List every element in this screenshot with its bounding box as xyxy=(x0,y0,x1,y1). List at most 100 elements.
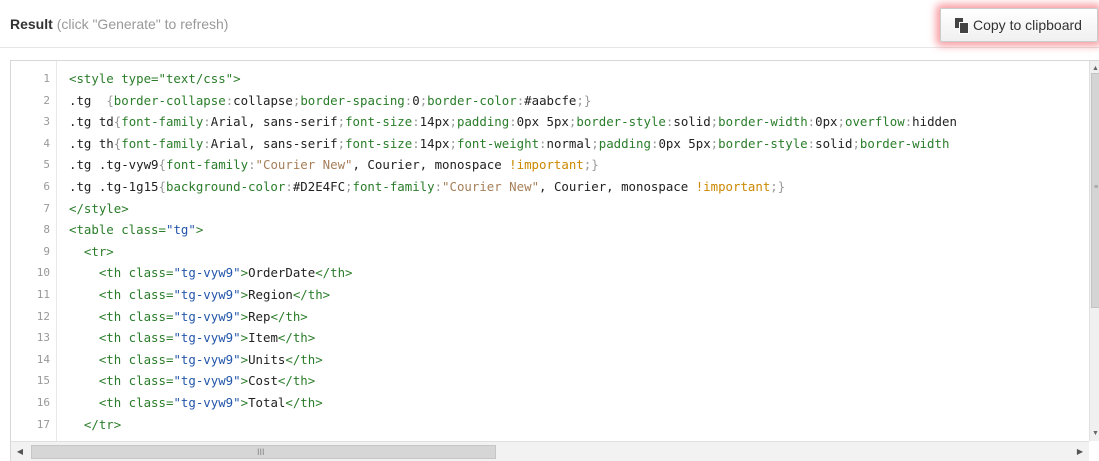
line-number: 3 xyxy=(43,115,50,129)
code-token: "Courier New" xyxy=(442,179,540,194)
vertical-scrollbar[interactable]: ▲ ≡ ▼ xyxy=(1089,61,1099,441)
code-token: , Courier, monospace xyxy=(539,179,696,194)
code-token: .tg th xyxy=(69,135,114,151)
code-token: <th class= xyxy=(98,308,174,324)
code-token: ; xyxy=(449,135,457,151)
line-number: 12 xyxy=(36,309,50,323)
code-token: .tg xyxy=(69,92,107,108)
vertical-scroll-thumb[interactable]: ≡ xyxy=(1091,73,1099,308)
code-token: Region xyxy=(248,287,293,302)
code-token: 14px xyxy=(419,135,450,151)
code-token: > xyxy=(195,222,204,238)
scroll-up-arrow-icon[interactable]: ▲ xyxy=(1091,64,1099,73)
code-token: > xyxy=(240,330,249,346)
code-token: ;} xyxy=(583,157,599,173)
code-token: ; xyxy=(837,114,845,130)
code-token: : xyxy=(539,135,547,151)
horizontal-scroll-thumb[interactable]: III xyxy=(31,445,496,459)
code-token: font-family xyxy=(121,114,204,130)
code-token: overflow xyxy=(845,114,905,130)
code-token: "Courier New" xyxy=(255,157,353,173)
code-token: border-style xyxy=(718,135,808,151)
result-header: Result (click "Generate" to refresh) Cop… xyxy=(0,0,1099,48)
code-line: .tg .tg-vyw9{font-family:"Courier New", … xyxy=(69,154,599,176)
code-line: .tg th{font-family:Arial, sans-serif;fon… xyxy=(69,133,949,155)
code-token: border-style xyxy=(576,114,666,130)
code-token: #aabcfe xyxy=(524,92,577,108)
code-token: : xyxy=(285,179,293,194)
code-token: 0px xyxy=(815,114,838,130)
code-line: </style> xyxy=(69,198,129,220)
code-token: Rep xyxy=(248,308,271,324)
code-line: <th class="tg-vyw9">OrderDate</th> xyxy=(69,262,353,284)
code-token: </th> xyxy=(315,265,353,281)
code-line: .tg td{font-family:Arial, sans-serif;fon… xyxy=(69,111,957,133)
code-line: <th class="tg-vyw9">Total</th> xyxy=(69,392,323,414)
code-token: padding xyxy=(456,114,510,130)
copy-to-clipboard-button[interactable]: Copy to clipboard xyxy=(940,8,1098,42)
code-token: > xyxy=(240,265,249,281)
refresh-hint: (click "Generate" to refresh) xyxy=(56,16,229,32)
code-token: Units xyxy=(248,351,286,367)
code-token: <style type="text/css"> xyxy=(69,71,241,86)
code-token: !important xyxy=(509,157,584,173)
code-token: <th class= xyxy=(98,265,174,281)
code-line: <th class="tg-vyw9">Region</th> xyxy=(69,284,330,306)
scroll-down-arrow-icon[interactable]: ▼ xyxy=(1091,429,1099,438)
code-token: normal xyxy=(546,135,592,151)
code-token: , Courier, monospace xyxy=(352,157,510,173)
code-token: </th> xyxy=(292,287,331,302)
code-area[interactable]: <style type="text/css"> .tg {border-colla… xyxy=(69,61,1087,441)
code-token: !important xyxy=(695,179,771,194)
code-token: OrderDate xyxy=(248,265,316,281)
horizontal-scrollbar[interactable]: ◀ III ▶ xyxy=(11,441,1089,461)
code-token: </th> xyxy=(277,330,316,346)
code-token: .tg .tg-vyw9 xyxy=(69,157,159,173)
code-token: <th class= xyxy=(98,351,174,367)
code-line: <th class="tg-vyw9">Rep</th> xyxy=(69,306,308,328)
code-line: <th class="tg-vyw9">Item</th> xyxy=(69,327,315,349)
code-token: font-family xyxy=(166,157,249,173)
code-token: </th> xyxy=(277,373,316,389)
code-token: ; xyxy=(852,135,860,151)
code-token: ; xyxy=(345,179,353,194)
code-token: > xyxy=(240,308,249,324)
code-token: </th> xyxy=(285,351,323,367)
code-line: .tg .tg-1g15{background-color:#D2E4FC;fo… xyxy=(69,176,785,198)
code-token: padding xyxy=(598,135,651,151)
code-token: "tg-vyw9" xyxy=(173,351,241,367)
code-token: </tr> xyxy=(83,416,122,432)
line-number: 15 xyxy=(36,374,50,388)
code-editor[interactable]: 1 2 3 4 5 6 7 8 9 10 11 12 13 14 15 16 17 <style type="t… xyxy=(10,60,1099,461)
code-token: <th class= xyxy=(98,395,174,410)
code-token: 14px xyxy=(419,114,450,130)
code-token: border-width xyxy=(718,114,808,130)
scroll-right-arrow-icon[interactable]: ▶ xyxy=(1075,447,1085,457)
code-token: ; xyxy=(710,135,719,151)
scrollbar-grip-icon: III xyxy=(257,447,265,457)
code-line: </tr> xyxy=(69,414,121,436)
code-token: font-family xyxy=(121,135,204,151)
code-line: .tg {border-collapse:collapse;border-spa… xyxy=(69,90,591,112)
code-token: "tg-vyw9" xyxy=(173,373,241,389)
code-token: font-size xyxy=(345,114,413,130)
code-token: <tr> xyxy=(83,243,114,259)
scroll-left-arrow-icon[interactable]: ◀ xyxy=(15,447,25,457)
code-line: <style type="text/css"> xyxy=(69,68,241,90)
code-token: ; xyxy=(337,114,346,130)
code-token: ; xyxy=(337,135,346,151)
code-token: border-spacing xyxy=(300,92,405,108)
copy-icon xyxy=(955,18,969,34)
line-number: 10 xyxy=(36,266,50,280)
line-number: 6 xyxy=(43,180,50,193)
code-token: 0 xyxy=(412,92,420,108)
code-token: > xyxy=(240,287,249,302)
code-token: : xyxy=(203,114,211,130)
code-token: 0px 5px xyxy=(516,114,569,130)
code-token: > xyxy=(240,373,249,389)
code-line: <th class="tg-vyw9">Cost</th> xyxy=(69,370,315,392)
copy-button-label: Copy to clipboard xyxy=(973,17,1082,33)
